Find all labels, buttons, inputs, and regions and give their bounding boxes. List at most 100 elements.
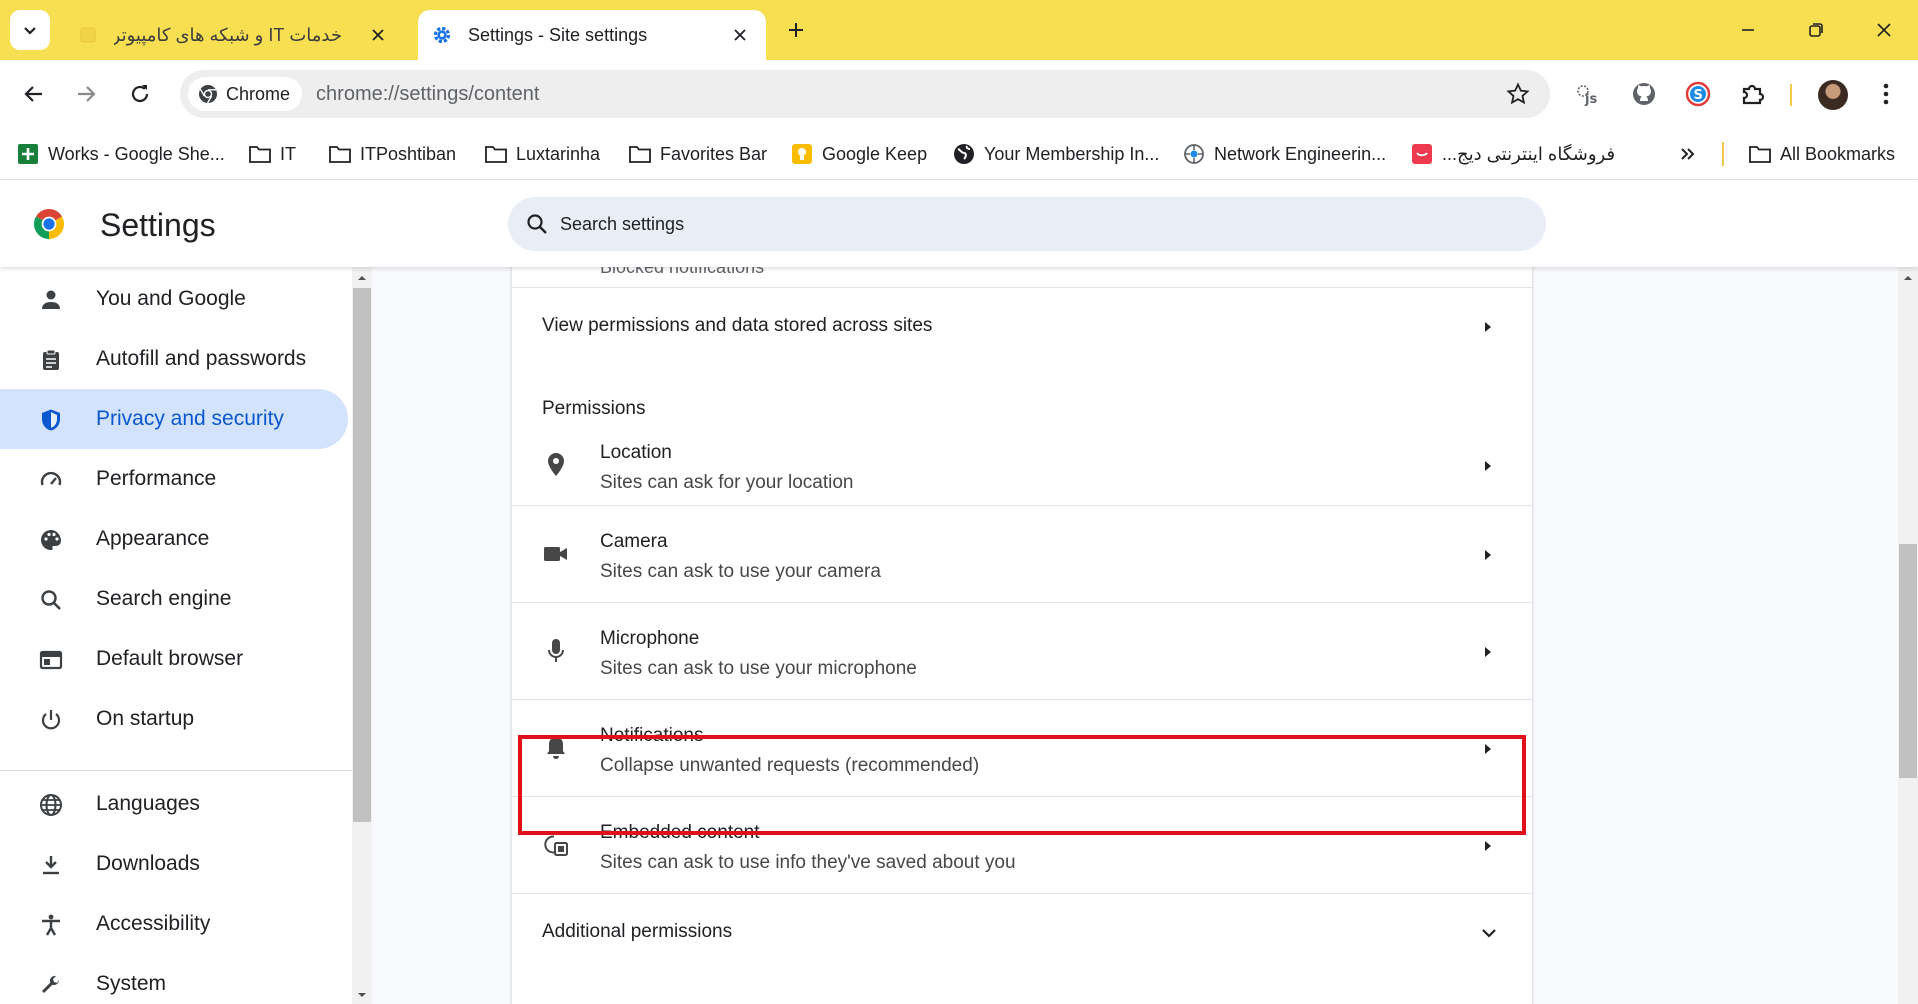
minimize-button[interactable] xyxy=(1728,12,1768,48)
tab-settings[interactable]: Settings - Site settings xyxy=(418,10,766,60)
bookmark-folder-it[interactable]: IT xyxy=(248,138,296,170)
bookmark-your-membership[interactable]: Your Membership In... xyxy=(952,138,1159,170)
puzzle-icon xyxy=(1742,84,1765,105)
sidebar-divider xyxy=(0,770,352,771)
close-tab-button[interactable] xyxy=(728,23,752,47)
sidebar-item-downloads[interactable]: Downloads xyxy=(0,834,348,894)
search-icon xyxy=(526,213,548,235)
permission-row-microphone[interactable]: Microphone Sites can ask to use your mic… xyxy=(512,602,1532,699)
keep-icon xyxy=(790,142,814,166)
skype-icon: S xyxy=(1685,81,1711,107)
chrome-logo-icon xyxy=(33,209,65,239)
search-icon xyxy=(38,587,64,613)
clipboard-icon xyxy=(38,347,64,373)
forward-button[interactable] xyxy=(68,76,104,112)
restore-button[interactable] xyxy=(1796,12,1836,48)
arrow-right-icon xyxy=(1485,550,1491,560)
github-extension-button[interactable] xyxy=(1628,78,1660,110)
extensions-button[interactable] xyxy=(1736,78,1768,110)
sidebar-item-on-startup[interactable]: On startup xyxy=(0,689,348,749)
address-bar[interactable]: Chrome chrome://settings/content xyxy=(180,70,1550,118)
js-extension-button[interactable]: js xyxy=(1574,78,1606,110)
permission-title: Microphone xyxy=(600,628,700,649)
search-settings-input[interactable] xyxy=(560,213,1460,235)
notifications-highlight-box xyxy=(518,735,1526,835)
main-scrollbar-thumb[interactable] xyxy=(1899,544,1917,778)
reload-button[interactable] xyxy=(122,76,158,112)
sidebar-item-accessibility[interactable]: Accessibility xyxy=(0,894,348,954)
scroll-down-arrow-icon[interactable] xyxy=(352,988,372,1002)
browser-icon xyxy=(38,647,64,673)
permission-row-camera[interactable]: Camera Sites can ask to use your camera xyxy=(512,505,1532,602)
arrow-right-icon xyxy=(1485,841,1491,851)
github-icon xyxy=(1633,83,1655,105)
permission-title: Location xyxy=(600,442,672,463)
new-tab-button[interactable] xyxy=(780,14,812,46)
sheets-icon xyxy=(16,142,40,166)
accessibility-icon xyxy=(38,912,64,938)
tab-it-services[interactable]: خدمات IT و شبکه های کامپیوتری xyxy=(64,10,404,60)
svg-text:S: S xyxy=(1694,88,1703,103)
bookmarks-bar: Works - Google She... IT ITPoshtiban Lux… xyxy=(0,128,1918,180)
bookmark-google-keep[interactable]: Google Keep xyxy=(790,138,927,170)
sidebar-item-system[interactable]: System xyxy=(0,954,348,1004)
more-vertical-icon xyxy=(1883,83,1889,105)
sidebar-item-languages[interactable]: Languages xyxy=(0,774,348,834)
shield-icon xyxy=(38,407,64,433)
url-text[interactable]: chrome://settings/content xyxy=(316,83,539,106)
view-permissions-label: View permissions and data stored across … xyxy=(542,315,933,336)
folder-icon xyxy=(484,142,508,166)
sidebar-item-search-engine[interactable]: Search engine xyxy=(0,569,348,629)
scroll-up-arrow-icon[interactable] xyxy=(1898,271,1918,285)
search-settings-box[interactable] xyxy=(508,197,1546,251)
bookmarks-overflow-button[interactable] xyxy=(1676,138,1708,170)
sidebar-item-default-browser[interactable]: Default browser xyxy=(0,629,348,689)
close-tab-button[interactable] xyxy=(366,23,390,47)
settings-main: Blocked notifications View permissions a… xyxy=(372,267,1898,1004)
arrow-right-icon xyxy=(78,86,96,102)
chip-label: Chrome xyxy=(226,83,291,104)
tab-search-button[interactable] xyxy=(10,10,50,50)
bookmark-all-bookmarks[interactable]: All Bookmarks xyxy=(1748,138,1895,170)
bookmark-folder-favorites-bar[interactable]: Favorites Bar xyxy=(628,138,767,170)
bookmark-digikala[interactable]: فروشگاه اینترنتی دیج... xyxy=(1410,138,1615,170)
settings-header: Settings xyxy=(0,181,1918,267)
profile-avatar[interactable] xyxy=(1818,80,1848,110)
close-window-button[interactable] xyxy=(1864,12,1904,48)
permission-title: Camera xyxy=(600,531,668,552)
download-icon xyxy=(38,852,64,878)
permissions-heading: Permissions xyxy=(542,398,646,419)
skype-extension-button[interactable]: S xyxy=(1682,78,1714,110)
arrow-right-icon xyxy=(1485,322,1491,332)
sidebar-item-autofill[interactable]: Autofill and passwords xyxy=(0,329,348,389)
sidebar-item-privacy-and-security[interactable]: Privacy and security xyxy=(0,389,348,449)
bookmark-star-icon[interactable] xyxy=(1506,82,1530,106)
sidebar-item-appearance[interactable]: Appearance xyxy=(0,509,348,569)
permission-row-location[interactable]: Location Sites can ask for your location xyxy=(512,427,1532,505)
palette-icon xyxy=(38,527,64,553)
bookmark-folder-luxtarinha[interactable]: Luxtarinha xyxy=(484,138,600,170)
view-permissions-row[interactable]: View permissions and data stored across … xyxy=(512,287,1532,367)
sidebar-scrollbar-thumb[interactable] xyxy=(353,288,371,822)
scroll-up-arrow-icon[interactable] xyxy=(352,271,372,285)
folder-icon xyxy=(1748,142,1772,166)
globe-icon xyxy=(952,142,976,166)
chevron-down-icon[interactable] xyxy=(1480,924,1498,942)
additional-permissions-row[interactable]: Additional permissions xyxy=(512,893,1532,983)
bookmark-folder-itposhtiban[interactable]: ITPoshtiban xyxy=(328,138,456,170)
embedded-content-icon xyxy=(542,831,570,859)
back-button[interactable] xyxy=(16,76,52,112)
sidebar-item-you-and-google[interactable]: You and Google xyxy=(0,269,348,329)
sidebar-item-performance[interactable]: Performance xyxy=(0,449,348,509)
bookmark-network-engineering[interactable]: Network Engineerin... xyxy=(1182,138,1386,170)
bookmarks-separator xyxy=(1722,142,1724,166)
chrome-icon xyxy=(198,84,218,104)
reload-icon xyxy=(131,85,149,103)
minimize-icon xyxy=(1742,29,1754,31)
site-favicon-icon xyxy=(78,25,98,45)
bookmark-works-sheets[interactable]: Works - Google She... xyxy=(16,138,225,170)
chrome-site-chip[interactable]: Chrome xyxy=(188,77,303,111)
browser-menu-button[interactable] xyxy=(1870,78,1902,110)
settings-sidebar: You and Google Autofill and passwords Pr… xyxy=(0,267,352,1004)
arrow-right-icon xyxy=(1485,461,1491,471)
